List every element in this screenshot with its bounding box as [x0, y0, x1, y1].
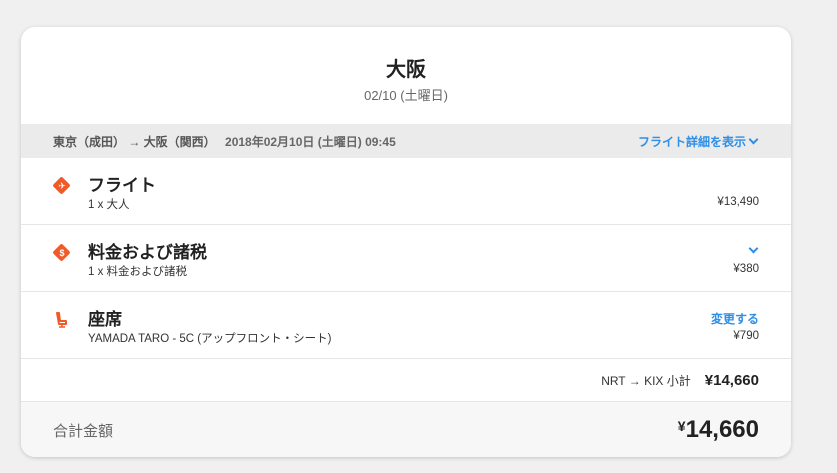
- chevron-down-icon: [748, 134, 759, 145]
- flight-price: ¥13,490: [717, 196, 759, 208]
- fees-title: 料金および諸税: [88, 243, 207, 262]
- dollar-tag-icon: $: [52, 243, 71, 262]
- show-flight-details-label: フライト詳細を表示: [637, 134, 746, 149]
- route-bar: 東京（成田） → 大阪（関西） 2018年02月10日 (土曜日) 09:45 …: [21, 124, 791, 158]
- fees-price: ¥380: [733, 263, 759, 275]
- route-text: 東京（成田） → 大阪（関西）: [53, 134, 216, 149]
- flight-passengers: 1 x 大人: [88, 199, 130, 211]
- fees-quantity: 1 x 料金および諸税: [88, 266, 188, 278]
- travel-date: 02/10 (土曜日): [364, 88, 448, 103]
- destination-city: 大阪: [386, 59, 426, 81]
- total-amount: ¥14,660: [678, 416, 759, 444]
- subtotal-value: ¥14,660: [704, 371, 759, 389]
- expand-fees-button[interactable]: [748, 239, 759, 257]
- change-seat-button[interactable]: 変更する: [711, 310, 759, 327]
- price-summary-card: 大阪 02/10 (土曜日) 東京（成田） → 大阪（関西） 2018年02月1…: [21, 27, 791, 457]
- total-value: 14,660: [685, 416, 759, 443]
- subtotal-row: NRT → KIX 小計 ¥14,660: [21, 359, 791, 402]
- total-row: 合計金額 ¥14,660: [21, 402, 791, 457]
- seat-price: ¥790: [733, 330, 759, 342]
- plane-icon: ✈: [52, 176, 71, 195]
- seat-row: 座席 YAMADA TARO - 5C (アップフロント・シート) 変更する ¥…: [21, 292, 791, 359]
- route-summary: 東京（成田） → 大阪（関西） 2018年02月10日 (土曜日) 09:45: [53, 133, 396, 150]
- total-currency: ¥: [677, 418, 686, 434]
- departure-datetime: 2018年02月10日 (土曜日) 09:45: [225, 134, 396, 149]
- fees-row: $ 料金および諸税 1 x 料金および諸税 ¥380: [21, 225, 791, 292]
- destination-header: 大阪 02/10 (土曜日): [21, 27, 791, 124]
- seat-title: 座席: [88, 310, 122, 329]
- flight-title: フライト: [88, 176, 156, 195]
- flight-row: ✈ フライト 1 x 大人 ¥13,490: [21, 158, 791, 225]
- show-flight-details-link[interactable]: フライト詳細を表示: [637, 133, 759, 150]
- total-label: 合計金額: [53, 422, 114, 440]
- chevron-down-icon: [748, 243, 759, 254]
- subtotal-label: NRT → KIX 小計: [601, 373, 691, 388]
- seat-assignment: YAMADA TARO - 5C (アップフロント・シート): [88, 333, 332, 345]
- seat-icon: [53, 311, 71, 329]
